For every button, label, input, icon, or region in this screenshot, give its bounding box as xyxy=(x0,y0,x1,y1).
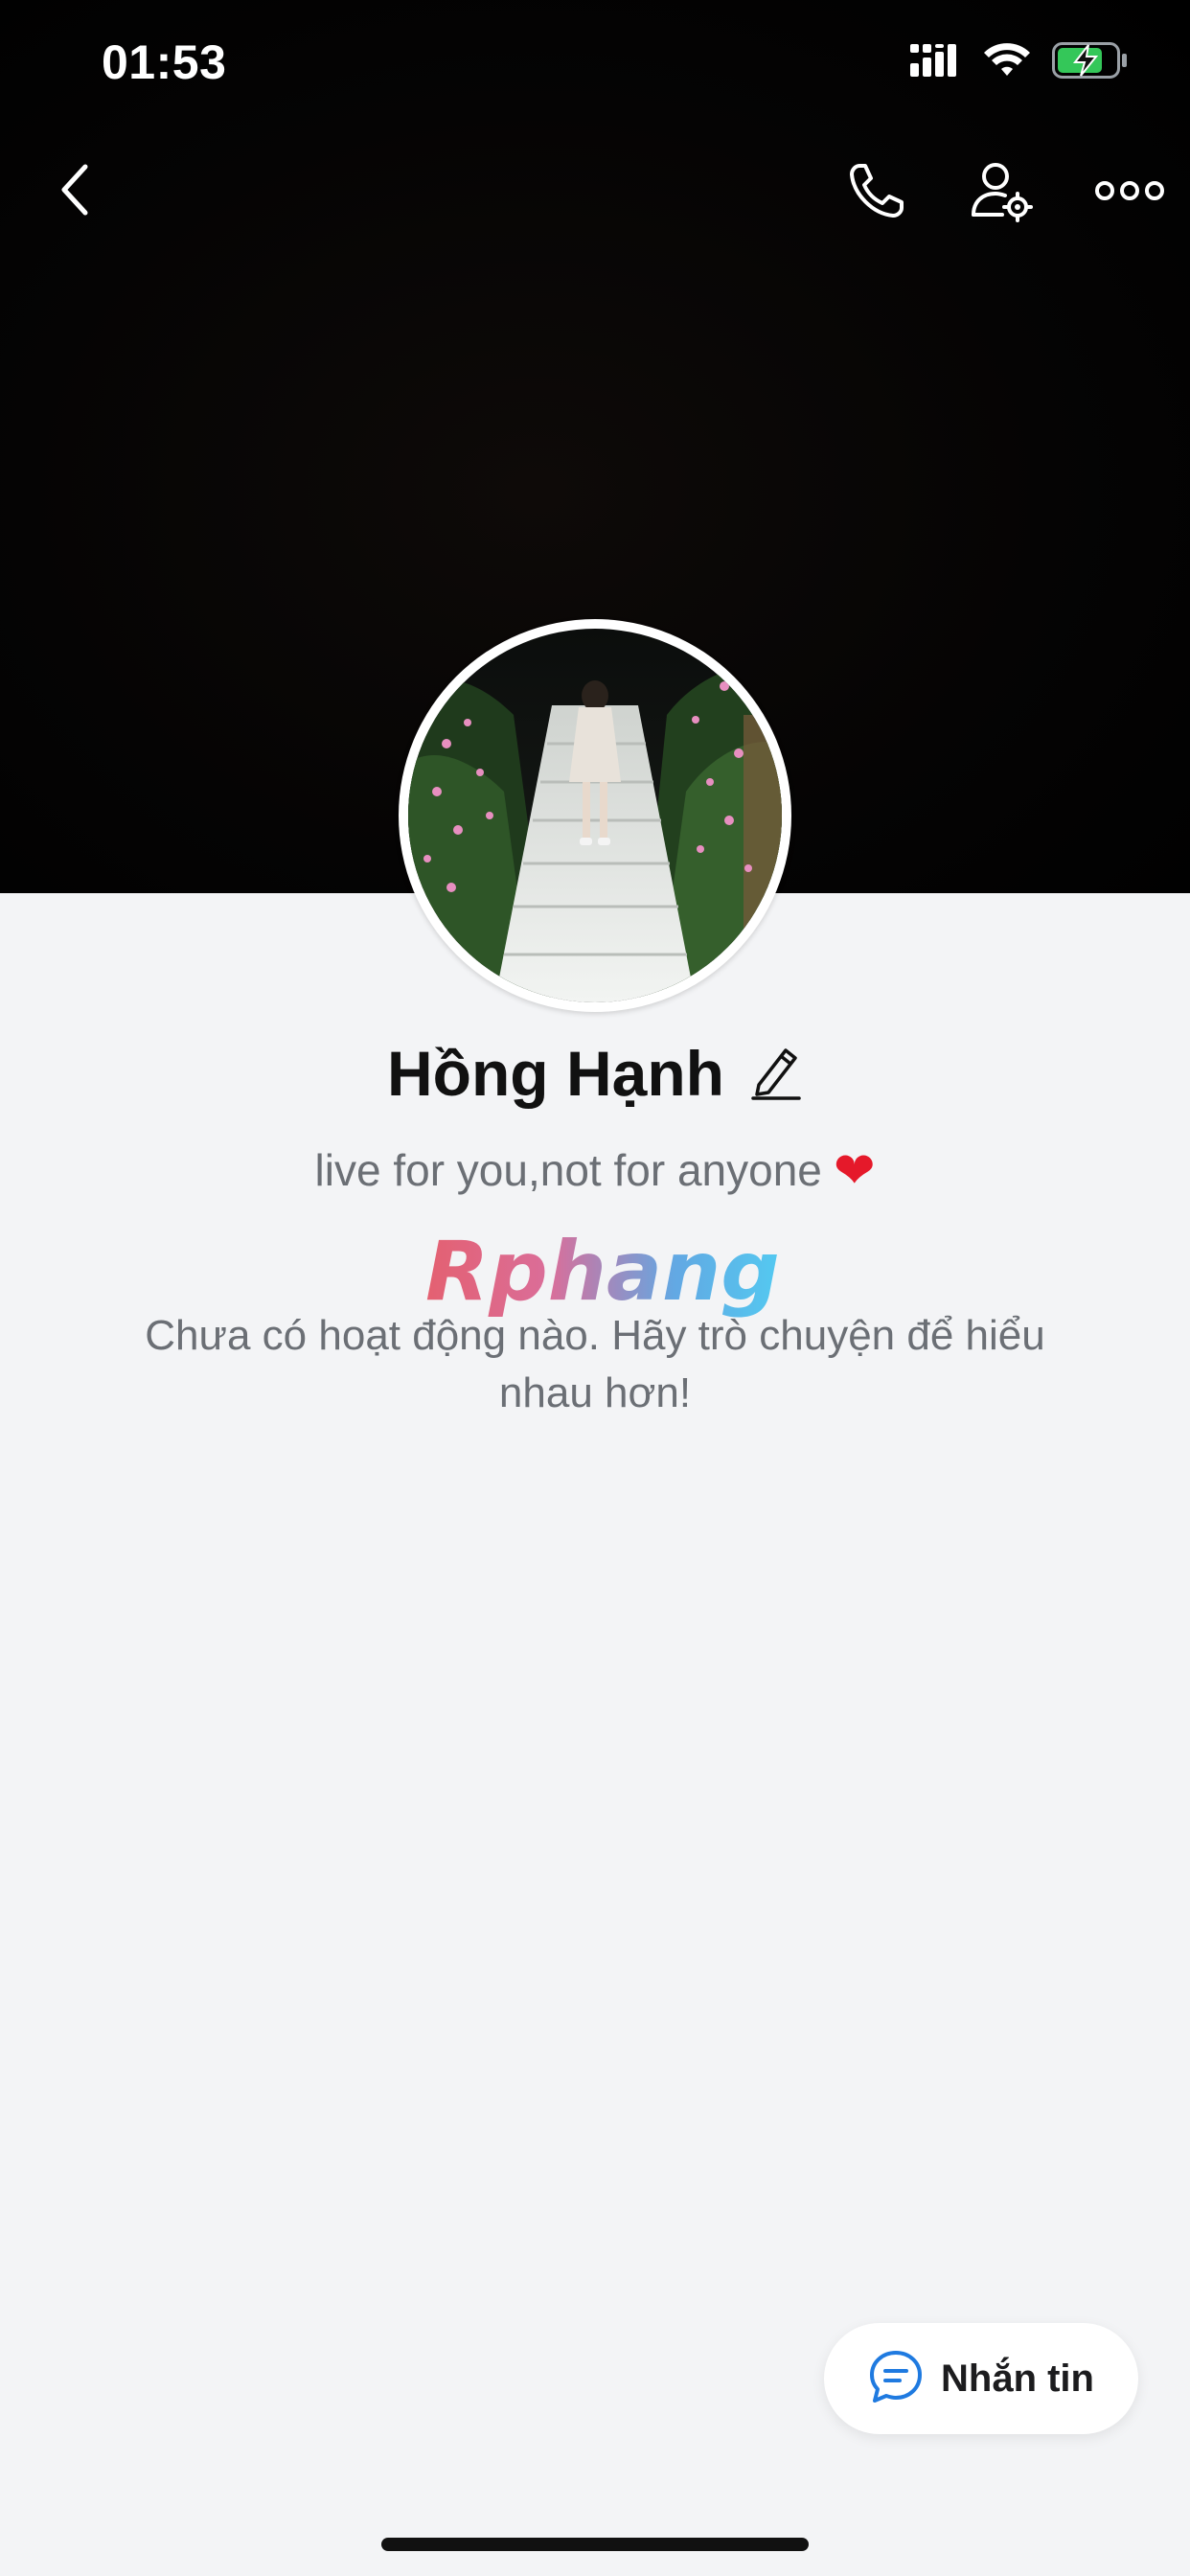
phone-icon xyxy=(846,160,907,226)
empty-activity-message: Chưa có hoạt động nào. Hãy trò chuyện để… xyxy=(145,1312,1045,1416)
status-time: 01:53 xyxy=(102,35,227,89)
heart-emoji: ❤ xyxy=(833,1143,876,1199)
watermark-text: Rphang xyxy=(425,1225,780,1320)
user-settings-icon xyxy=(970,159,1033,227)
avatar-frame[interactable] xyxy=(399,619,791,1012)
profile-name: Hồng Hạnh xyxy=(387,1038,724,1109)
home-indicator[interactable] xyxy=(381,2538,809,2551)
chevron-left-icon xyxy=(57,161,95,223)
avatar[interactable] xyxy=(408,629,782,1002)
chat-bubble-icon xyxy=(868,2349,924,2409)
status-bar: 01:53 xyxy=(0,0,1190,134)
more-options-button[interactable] xyxy=(1087,150,1173,236)
message-button[interactable]: Nhắn tin xyxy=(824,2323,1138,2434)
status-icons xyxy=(910,42,1129,83)
profile-settings-button[interactable] xyxy=(958,150,1044,236)
profile-bio: live for you,not for anyone ❤ xyxy=(0,1142,1190,1200)
more-horizontal-icon xyxy=(1095,179,1164,207)
watermark-logo: Rphang xyxy=(420,1224,784,1321)
cellular-signal-icon xyxy=(910,44,962,81)
back-button[interactable] xyxy=(33,153,119,230)
wifi-icon xyxy=(983,43,1031,82)
profile-screen: 01:53 Hồng Hạnh live for you,not for any… xyxy=(0,0,1190,2576)
call-button[interactable] xyxy=(834,150,920,236)
battery-charging-icon xyxy=(1052,42,1129,83)
bio-text: live for you,not for anyone xyxy=(314,1145,822,1195)
message-button-label: Nhắn tin xyxy=(941,2357,1094,2400)
profile-name-row: Hồng Hạnh xyxy=(0,1037,1190,1110)
pencil-icon[interactable] xyxy=(749,1043,803,1105)
